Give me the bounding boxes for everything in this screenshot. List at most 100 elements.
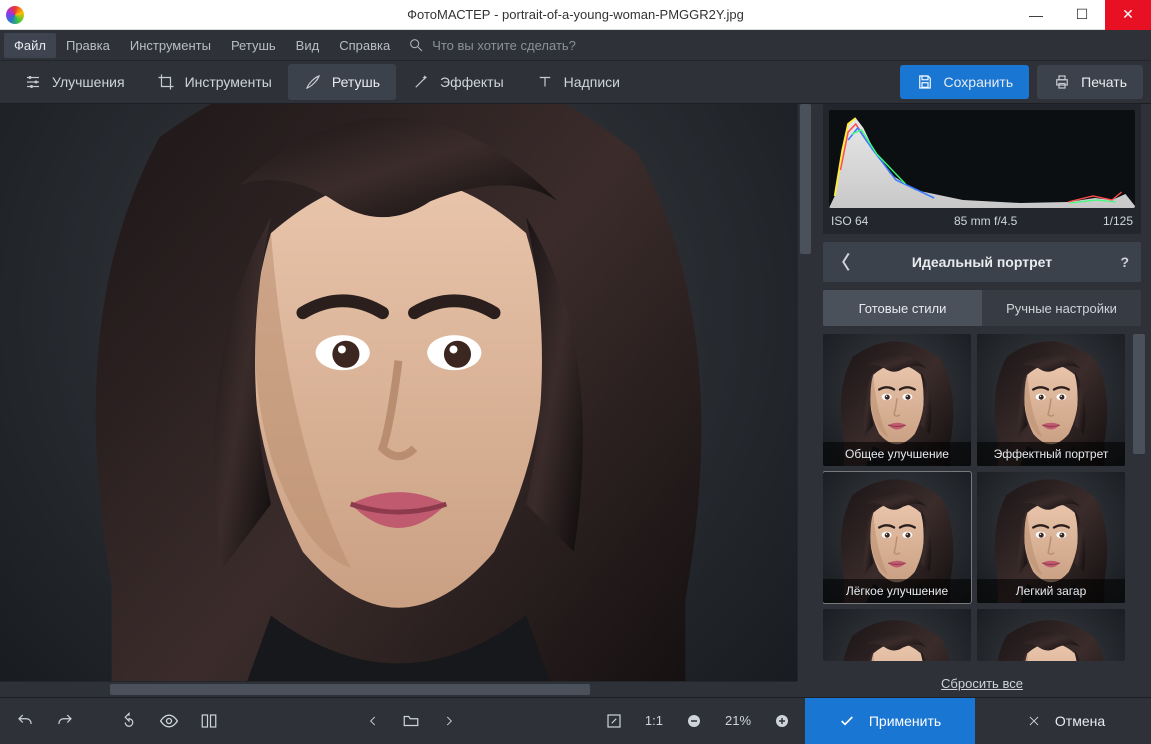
- undo-button[interactable]: [8, 704, 42, 738]
- menu-help[interactable]: Справка: [329, 33, 400, 58]
- menu-view[interactable]: Вид: [286, 33, 330, 58]
- reset-all-link[interactable]: Сбросить все: [813, 669, 1151, 697]
- text-icon: [536, 73, 554, 91]
- prev-image-button[interactable]: [355, 704, 391, 738]
- canvas-hscrollbar[interactable]: [0, 681, 797, 697]
- preset-label: Лёгкое улучшение: [823, 579, 971, 603]
- back-button[interactable]: 〈: [823, 249, 859, 275]
- menu-retouch[interactable]: Ретушь: [221, 33, 286, 58]
- preset-label: Общее улучшение: [823, 442, 971, 466]
- close-button[interactable]: ✕: [1105, 0, 1151, 30]
- bottom-bar: 1:1 21% Применить Отмена: [0, 697, 1151, 743]
- folder-icon: [402, 712, 420, 730]
- zoom-out-button[interactable]: [677, 704, 711, 738]
- menu-tools[interactable]: Инструменты: [120, 33, 221, 58]
- search-input[interactable]: Что вы хотите сделать?: [432, 38, 576, 53]
- fit-icon: [605, 712, 623, 730]
- window-title: ФотоМАСТЕР - portrait-of-a-young-woman-P…: [407, 7, 744, 22]
- undo-icon: [16, 712, 34, 730]
- zoom-in-button[interactable]: [765, 704, 799, 738]
- subtab-manual[interactable]: Ручные настройки: [982, 290, 1141, 326]
- meta-shutter: 1/125: [1103, 214, 1133, 228]
- tab-enhance[interactable]: Улучшения: [8, 64, 141, 100]
- redo-button[interactable]: [48, 704, 82, 738]
- preset-item[interactable]: Эффектный портрет: [977, 334, 1125, 466]
- meta-lens: 85 mm f/4.5: [954, 214, 1017, 228]
- preset-item[interactable]: [823, 609, 971, 661]
- tab-label: Ретушь: [332, 74, 380, 90]
- histogram[interactable]: [829, 110, 1135, 208]
- save-icon: [916, 73, 934, 91]
- meta-iso: ISO 64: [831, 214, 868, 228]
- tab-tools[interactable]: Инструменты: [141, 64, 288, 100]
- tab-retouch[interactable]: Ретушь: [288, 64, 396, 100]
- save-button[interactable]: Сохранить: [900, 65, 1030, 99]
- tab-label: Улучшения: [52, 74, 125, 90]
- sliders-icon: [24, 73, 42, 91]
- zoom-value[interactable]: 21%: [717, 713, 759, 728]
- panel-title: Идеальный портрет: [912, 254, 1052, 270]
- maximize-button[interactable]: ☐: [1059, 0, 1105, 30]
- brush-icon: [304, 73, 322, 91]
- minimize-button[interactable]: —: [1013, 0, 1059, 30]
- menu-bar: Файл Правка Инструменты Ретушь Вид Справ…: [0, 30, 1151, 60]
- menu-file[interactable]: Файл: [4, 33, 56, 58]
- file-nav: [355, 704, 467, 738]
- plus-circle-icon: [773, 712, 791, 730]
- cancel-button[interactable]: Отмена: [981, 698, 1151, 744]
- panel-header: 〈 Идеальный портрет ?: [823, 242, 1141, 282]
- print-label: Печать: [1081, 74, 1127, 90]
- chevron-left-icon: [366, 714, 380, 728]
- preset-item[interactable]: Лёгкое улучшение: [823, 472, 971, 604]
- fit-button[interactable]: [597, 704, 631, 738]
- right-panel: ISO 64 85 mm f/4.5 1/125 〈 Идеальный пор…: [813, 104, 1151, 697]
- print-button[interactable]: Печать: [1037, 65, 1143, 99]
- preset-grid: Общее улучшение Эффектный портрет Лёгкое…: [823, 334, 1125, 661]
- image-canvas[interactable]: [0, 104, 797, 681]
- print-icon: [1053, 73, 1071, 91]
- title-bar: ФотоМАСТЕР - portrait-of-a-young-woman-P…: [0, 0, 1151, 30]
- tab-text[interactable]: Надписи: [520, 64, 636, 100]
- save-label: Сохранить: [944, 74, 1014, 90]
- histogram-panel: ISO 64 85 mm f/4.5 1/125: [823, 104, 1141, 234]
- preset-vscrollbar[interactable]: [1131, 334, 1147, 661]
- open-folder-button[interactable]: [393, 704, 429, 738]
- cancel-label: Отмена: [1055, 713, 1105, 729]
- menu-edit[interactable]: Правка: [56, 33, 120, 58]
- eye-icon: [159, 711, 179, 731]
- wand-icon: [412, 73, 430, 91]
- compare-button[interactable]: [192, 704, 226, 738]
- preset-item[interactable]: [977, 609, 1125, 661]
- app-icon: [6, 6, 24, 24]
- next-image-button[interactable]: [431, 704, 467, 738]
- subtab-presets[interactable]: Готовые стили: [823, 290, 982, 326]
- revert-button[interactable]: [112, 704, 146, 738]
- help-button[interactable]: ?: [1120, 254, 1129, 270]
- apply-label: Применить: [869, 713, 941, 729]
- canvas-area: [0, 104, 813, 697]
- tab-label: Инструменты: [185, 74, 272, 90]
- redo-icon: [56, 712, 74, 730]
- tab-label: Надписи: [564, 74, 620, 90]
- main-area: ISO 64 85 mm f/4.5 1/125 〈 Идеальный пор…: [0, 104, 1151, 697]
- tab-effects[interactable]: Эффекты: [396, 64, 520, 100]
- one-to-one[interactable]: 1:1: [637, 713, 671, 728]
- crop-icon: [157, 73, 175, 91]
- main-toolbar: Улучшения Инструменты Ретушь Эффекты Над…: [0, 60, 1151, 104]
- preset-item[interactable]: Общее улучшение: [823, 334, 971, 466]
- chevron-right-icon: [442, 714, 456, 728]
- revert-icon: [120, 712, 138, 730]
- preview-button[interactable]: [152, 704, 186, 738]
- preset-item[interactable]: Легкий загар: [977, 472, 1125, 604]
- canvas-vscrollbar[interactable]: [797, 104, 813, 681]
- minus-circle-icon: [685, 712, 703, 730]
- compare-icon: [200, 712, 218, 730]
- tab-label: Эффекты: [440, 74, 504, 90]
- close-icon: [1027, 714, 1041, 728]
- check-icon: [839, 713, 855, 729]
- preset-label: Легкий загар: [977, 579, 1125, 603]
- preset-label: Эффектный портрет: [977, 442, 1125, 466]
- search-icon: [408, 37, 424, 53]
- panel-subtabs: Готовые стили Ручные настройки: [823, 290, 1141, 326]
- apply-button[interactable]: Применить: [805, 698, 975, 744]
